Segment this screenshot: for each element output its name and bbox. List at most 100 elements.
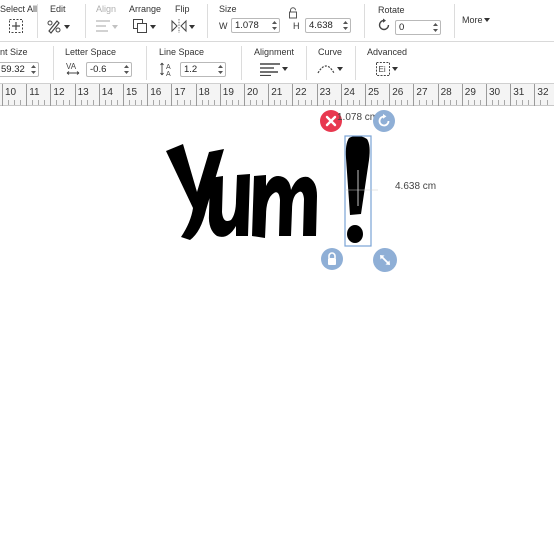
align-dropdown-caret[interactable] <box>112 25 118 29</box>
ruler-minor-tick <box>322 100 324 105</box>
ruler-label: 18 <box>198 87 210 98</box>
ruler-minor-tick <box>44 100 46 105</box>
width-value: 1.078 <box>235 20 259 31</box>
more-button[interactable]: More <box>462 15 483 25</box>
line-space-value: 1.2 <box>184 64 198 75</box>
ruler-major-tick <box>50 84 52 106</box>
ruler-minor-tick <box>516 100 518 105</box>
height-readout: 4.638 cm <box>395 181 437 192</box>
select-all-icon[interactable] <box>8 18 24 34</box>
lock-aspect-icon[interactable] <box>288 7 298 19</box>
ruler-minor-tick <box>231 100 233 105</box>
letter-space-stepper-icon[interactable] <box>123 64 130 75</box>
height-value: 4.638 <box>309 20 333 31</box>
curve-dropdown-caret[interactable] <box>337 67 343 71</box>
ruler-minor-tick <box>352 100 354 105</box>
rotate-stepper-icon[interactable] <box>432 22 439 33</box>
ruler-major-tick <box>510 84 512 106</box>
ruler-minor-tick <box>141 100 143 105</box>
ruler-label: 22 <box>295 87 307 98</box>
ruler-minor-tick <box>395 100 397 105</box>
ruler-label: 29 <box>464 87 476 98</box>
ruler-major-tick <box>389 84 391 106</box>
ruler-minor-tick <box>189 100 191 105</box>
ruler-minor-tick <box>256 100 258 105</box>
alignment-dropdown-caret[interactable] <box>282 67 288 71</box>
ruler-label: 12 <box>53 87 65 98</box>
more-dropdown-caret[interactable] <box>484 18 490 22</box>
arrange-dropdown-caret[interactable] <box>150 25 156 29</box>
width-stepper-icon[interactable] <box>271 20 278 31</box>
advanced-label: Advanced <box>367 47 408 57</box>
advanced-dropdown-caret[interactable] <box>392 67 398 71</box>
ruler-minor-tick <box>522 100 524 105</box>
ruler-major-tick <box>74 84 76 106</box>
ruler-minor-tick <box>159 100 161 105</box>
height-stepper-icon[interactable] <box>342 20 349 31</box>
edit-label: Edit <box>50 4 66 14</box>
align-icon[interactable] <box>95 19 111 33</box>
ruler-minor-tick <box>38 100 40 105</box>
letter-space-icon: VA <box>66 62 80 75</box>
ruler-minor-tick <box>401 100 403 105</box>
top-toolbar: Select All Edit Align Arrange Flip Size … <box>0 0 554 42</box>
align-left-icon[interactable] <box>259 62 281 76</box>
ruler-minor-tick <box>528 100 530 105</box>
flip-label: Flip <box>175 4 190 14</box>
ruler-minor-tick <box>237 100 239 105</box>
ruler-label: 24 <box>343 87 355 98</box>
ruler-minor-tick <box>92 100 94 105</box>
arrange-icon[interactable] <box>132 18 148 34</box>
font-size-field[interactable]: 59.32 <box>0 62 39 77</box>
line-space-field[interactable]: 1.2 <box>180 62 226 77</box>
line-space-stepper-icon[interactable] <box>217 64 224 75</box>
letter-space-value: -0.6 <box>90 64 107 75</box>
design-canvas[interactable]: 1.078 cm 4.638 cm <box>0 107 554 554</box>
ruler-major-tick <box>292 84 294 106</box>
font-size-stepper-icon[interactable] <box>30 64 37 75</box>
flip-icon[interactable] <box>170 18 188 34</box>
ruler-label: 25 <box>368 87 380 98</box>
ruler-minor-tick <box>425 100 427 105</box>
scale-handle-button[interactable] <box>373 248 397 272</box>
ruler-major-tick <box>147 84 149 106</box>
flip-dropdown-caret[interactable] <box>189 25 195 29</box>
edit-dropdown-caret[interactable] <box>64 25 70 29</box>
ruler-minor-tick <box>328 100 330 105</box>
rotate-handle-button[interactable] <box>373 110 395 132</box>
ruler-label: 26 <box>392 87 404 98</box>
ruler-major-tick <box>219 84 221 106</box>
width-field[interactable]: 1.078 <box>231 18 280 33</box>
ruler-label: 14 <box>101 87 113 98</box>
ruler-label: 21 <box>271 87 283 98</box>
letter-space-field[interactable]: -0.6 <box>86 62 132 77</box>
lock-handle-button[interactable] <box>321 248 343 270</box>
ruler-label: 13 <box>77 87 89 98</box>
ruler-label: 27 <box>416 87 428 98</box>
edit-icon[interactable] <box>46 18 64 34</box>
ruler-minor-tick <box>262 100 264 105</box>
horizontal-ruler: 10 11 12 13 14 15 16 17 18 19 20 21 22 23 24 25 26 27 28 29… <box>0 84 554 106</box>
height-field[interactable]: 4.638 <box>305 18 351 33</box>
ruler-major-tick <box>486 84 487 106</box>
rotate-field[interactable]: 0 <box>395 20 441 35</box>
lock-icon <box>328 252 336 265</box>
ruler-minor-tick <box>250 100 252 105</box>
ruler-major-tick <box>316 84 318 106</box>
ruler-minor-tick <box>153 100 155 105</box>
ruler-minor-tick <box>449 100 451 105</box>
ruler-minor-tick <box>443 100 445 105</box>
ruler-minor-tick <box>286 100 288 105</box>
ruler-major-tick <box>534 84 536 106</box>
advanced-icon[interactable]: Ei <box>375 61 391 77</box>
align-label: Align <box>96 4 117 14</box>
ruler-minor-tick <box>473 100 475 105</box>
ruler-major-tick <box>26 84 28 106</box>
svg-text:Ei: Ei <box>379 65 386 74</box>
ruler-minor-tick <box>116 100 118 105</box>
curve-icon[interactable] <box>316 61 336 75</box>
curve-label: Curve <box>318 47 343 57</box>
exclaim-dot-shape <box>347 225 363 243</box>
letter-u-shape <box>208 174 250 237</box>
select-all-label: Select All <box>0 4 38 14</box>
